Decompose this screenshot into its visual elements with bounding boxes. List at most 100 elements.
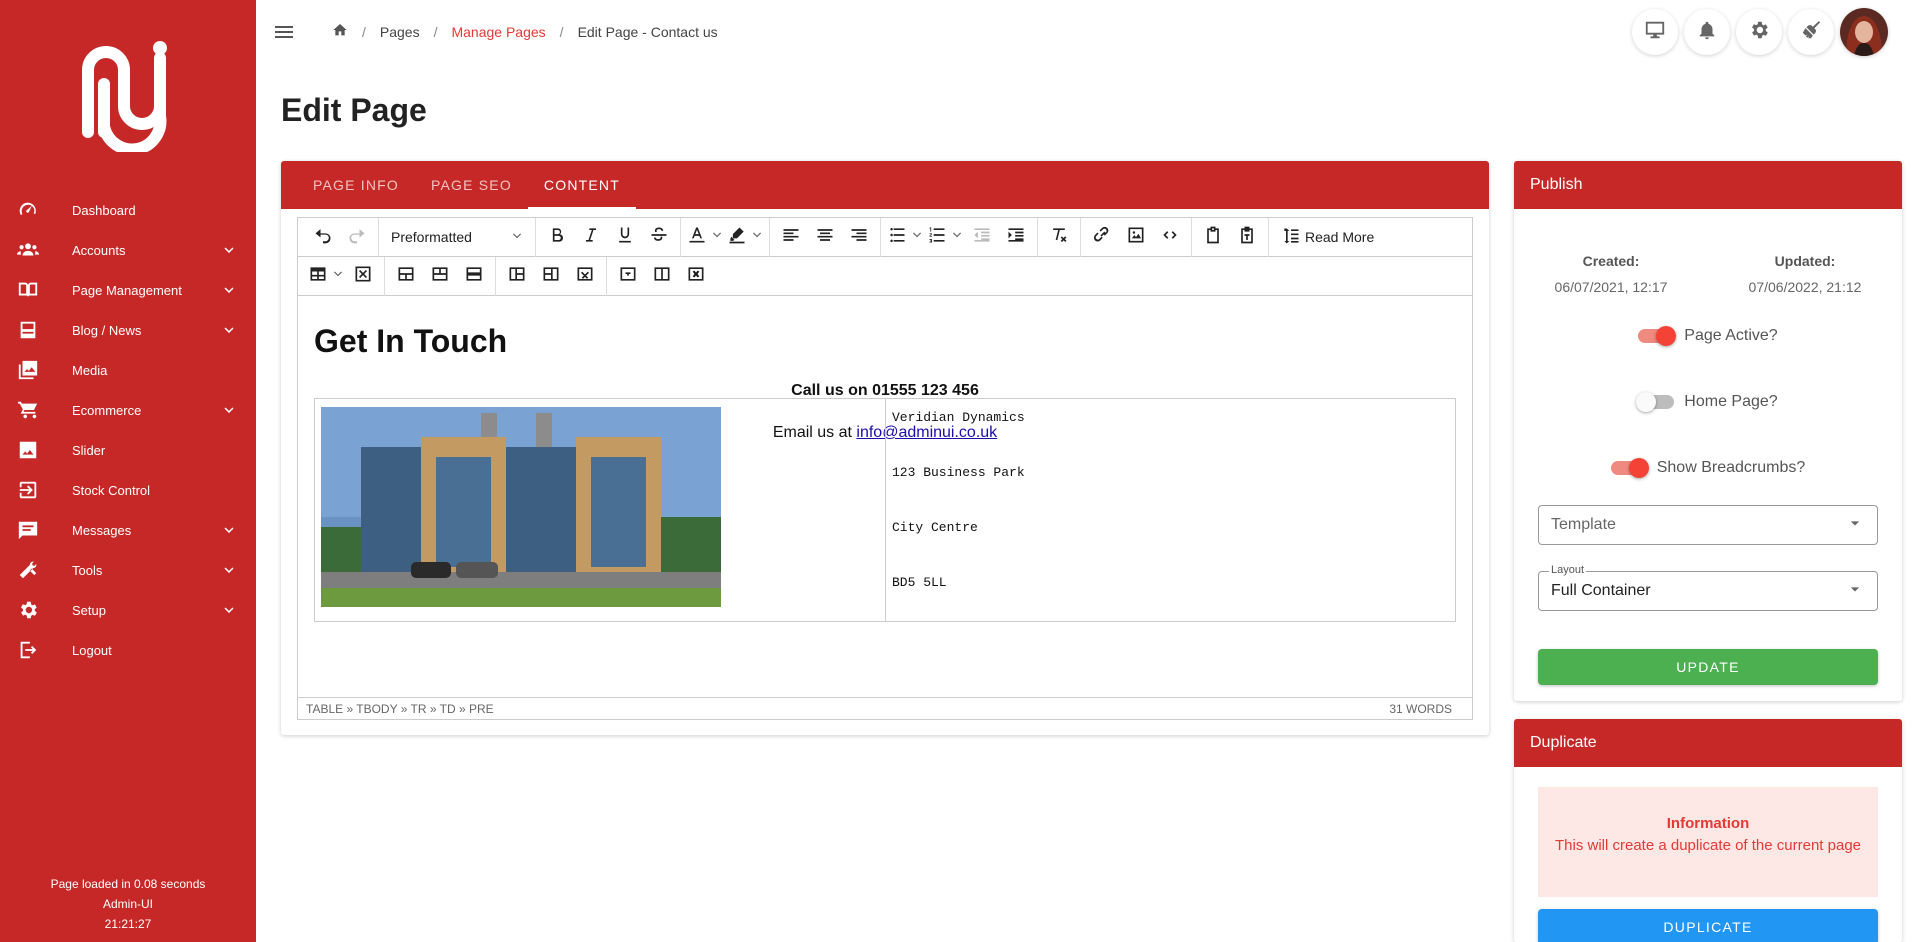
breadcrumb-separator: /: [559, 23, 564, 40]
underline-button[interactable]: [608, 222, 642, 252]
sidebar-item-tools[interactable]: Tools: [0, 550, 256, 590]
tab-page-info[interactable]: PAGE INFO: [297, 161, 415, 209]
settings-button[interactable]: [1736, 9, 1782, 55]
breadcrumb-pages[interactable]: Pages: [380, 24, 420, 40]
duplicate-panel: Duplicate Information This will create a…: [1514, 719, 1902, 942]
sidebar-item-blog-news[interactable]: Blog / News: [0, 310, 256, 350]
update-button[interactable]: UPDATE: [1538, 649, 1878, 685]
strikethrough-button[interactable]: [642, 222, 676, 252]
indent-button[interactable]: [999, 222, 1033, 252]
sidebar-item-page-management[interactable]: Page Management: [0, 270, 256, 310]
gear-icon: [1748, 19, 1770, 46]
broom-icon: [1800, 19, 1822, 46]
row-delete-icon: [464, 264, 484, 289]
address-line: 123 Business Park: [892, 465, 1025, 480]
tab-content[interactable]: CONTENT: [527, 161, 637, 209]
delete-row-button[interactable]: [457, 261, 491, 291]
delete-column-button[interactable]: [568, 261, 602, 291]
outdent-icon: [972, 225, 992, 250]
delete-table-button[interactable]: [346, 261, 380, 291]
bullet-list-button[interactable]: [885, 222, 925, 252]
sidebar-item-messages[interactable]: Messages: [0, 510, 256, 550]
clear-formatting-icon: [1049, 225, 1069, 250]
align-left-button[interactable]: [774, 222, 808, 252]
brand-logo[interactable]: [74, 36, 182, 156]
table-cell-image[interactable]: [315, 399, 886, 621]
table-button[interactable]: [306, 261, 346, 291]
clear-cache-button[interactable]: [1788, 9, 1834, 55]
undo-button[interactable]: [306, 222, 340, 252]
sidebar-item-stock-control[interactable]: Stock Control: [0, 470, 256, 510]
publish-header: Publish: [1514, 161, 1902, 209]
outdent-button[interactable]: [965, 222, 999, 252]
monitor-button[interactable]: [1632, 9, 1678, 55]
sidebar-item-accounts[interactable]: Accounts: [0, 230, 256, 270]
column-insert-right-icon: [541, 264, 561, 289]
split-cells-icon: [652, 264, 672, 289]
images-icon: [16, 358, 40, 382]
template-select[interactable]: Template: [1538, 505, 1878, 545]
sidebar-item-dashboard[interactable]: Dashboard: [0, 190, 256, 230]
speedometer-icon: [16, 198, 40, 222]
chevron-down-icon: [220, 521, 238, 539]
avatar[interactable]: [1840, 8, 1888, 56]
hamburger-menu-icon[interactable]: [272, 20, 296, 44]
duplicate-button[interactable]: DUPLICATE: [1538, 909, 1878, 942]
sidebar-item-setup[interactable]: Setup: [0, 590, 256, 630]
redo-button[interactable]: [340, 222, 374, 252]
underline-icon: [615, 225, 635, 250]
layout-select[interactable]: Layout Full Container: [1538, 564, 1878, 611]
message-icon: [16, 518, 40, 542]
insert-column-after-button[interactable]: [534, 261, 568, 291]
text-color-button[interactable]: [685, 222, 725, 252]
home-page-toggle[interactable]: [1636, 392, 1675, 412]
align-right-button[interactable]: [842, 222, 876, 252]
block-format-select[interactable]: Preformatted: [383, 222, 531, 252]
insert-row-before-button[interactable]: [389, 261, 423, 291]
address-line: Veridian Dynamics: [892, 410, 1025, 425]
italic-button[interactable]: [574, 222, 608, 252]
page-active-toggle[interactable]: [1638, 326, 1677, 346]
load-time-text: Page loaded in 0.08 seconds: [50, 877, 206, 891]
bold-button[interactable]: [540, 222, 574, 252]
notifications-button[interactable]: [1684, 9, 1730, 55]
read-more-button[interactable]: Read More: [1273, 222, 1382, 252]
sidebar-item-media[interactable]: Media: [0, 350, 256, 390]
show-breadcrumbs-toggle[interactable]: [1610, 458, 1649, 478]
sidebar-item-slider[interactable]: Slider: [0, 430, 256, 470]
table-delete-icon: [353, 264, 373, 289]
paste-text-button[interactable]: [1230, 222, 1264, 252]
clear-formatting-button[interactable]: [1042, 222, 1076, 252]
text-color-icon: [687, 225, 707, 250]
align-center-icon: [815, 225, 835, 250]
layout-value: Full Container: [1551, 582, 1651, 599]
insert-column-before-button[interactable]: [500, 261, 534, 291]
duplicate-info-alert: Information This will create a duplicate…: [1538, 787, 1878, 897]
monitor-icon: [1644, 19, 1666, 46]
updated-label: Updated:: [1774, 253, 1836, 269]
italic-icon: [581, 225, 601, 250]
chevron-down-icon: [328, 267, 344, 285]
align-center-button[interactable]: [808, 222, 842, 252]
numbered-list-button[interactable]: [925, 222, 965, 252]
tab-page-seo[interactable]: PAGE SEO: [415, 161, 528, 209]
source-code-button[interactable]: [1153, 222, 1187, 252]
insert-image-button[interactable]: [1119, 222, 1153, 252]
caret-down-icon: [1845, 513, 1865, 538]
highlight-color-button[interactable]: [725, 222, 765, 252]
table-cell-address[interactable]: Veridian Dynamics 123 Business Park City C…: [886, 399, 1455, 621]
split-cells-button[interactable]: [645, 261, 679, 291]
merge-cells-button[interactable]: [611, 261, 645, 291]
toolbar-group-align: [770, 217, 881, 257]
paste-button[interactable]: [1196, 222, 1230, 252]
home-icon[interactable]: [332, 22, 348, 41]
breadcrumb-manage-pages[interactable]: Manage Pages: [451, 24, 545, 40]
insert-row-after-button[interactable]: [423, 261, 457, 291]
table-cell-properties-button[interactable]: [679, 261, 713, 291]
bullet-list-icon: [887, 225, 907, 250]
sidebar-item-ecommerce[interactable]: Ecommerce: [0, 390, 256, 430]
row-insert-above-icon: [396, 264, 416, 289]
element-path[interactable]: TABLE » TBODY » TR » TD » PRE: [306, 702, 494, 716]
insert-link-button[interactable]: [1085, 222, 1119, 252]
sidebar-item-logout[interactable]: Logout: [0, 630, 256, 670]
